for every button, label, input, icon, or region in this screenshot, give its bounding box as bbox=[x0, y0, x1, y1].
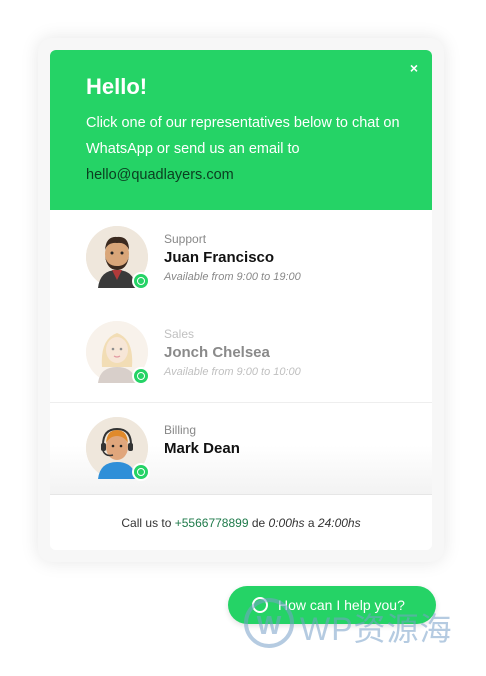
agent-item-sales[interactable]: Sales Jonch Chelsea Available from 9:00 … bbox=[50, 307, 432, 401]
agent-availability: Available from 9:00 to 19:00 bbox=[164, 271, 301, 283]
agent-item-billing[interactable]: Billing Mark Dean bbox=[50, 402, 432, 497]
agent-name: Jonch Chelsea bbox=[164, 344, 270, 361]
agent-name: Juan Francisco bbox=[164, 249, 275, 266]
intro-text: Click one of our representatives below t… bbox=[86, 115, 400, 157]
agent-role: Sales bbox=[164, 327, 195, 341]
popup-intro: Click one of our representatives below t… bbox=[86, 110, 406, 188]
hours-to: 24:00hs bbox=[317, 516, 361, 530]
watermark-logo-letter: W bbox=[256, 610, 282, 640]
popup-title: Hello! bbox=[86, 74, 148, 99]
hours-from: 0:00hs bbox=[268, 516, 305, 530]
phone-link[interactable]: +5566778899 bbox=[175, 516, 249, 530]
watermark-text: WP资源海 bbox=[300, 611, 453, 647]
footer-a: a bbox=[304, 516, 318, 530]
support-email-link[interactable]: hello@quadlayers.com bbox=[86, 167, 234, 183]
chat-popup: × Hello! Click one of our representative… bbox=[50, 50, 432, 550]
wordpress-logo-icon: W bbox=[244, 598, 294, 648]
whatsapp-icon bbox=[132, 367, 150, 385]
agent-name: Mark Dean bbox=[164, 440, 240, 457]
footer-mid: de bbox=[248, 516, 269, 530]
watermark: W WP资源海 bbox=[240, 592, 480, 660]
popup-header: × Hello! Click one of our representative… bbox=[50, 50, 432, 210]
close-icon[interactable]: × bbox=[410, 60, 418, 76]
footer-prefix: Call us to bbox=[121, 516, 175, 530]
whatsapp-icon bbox=[132, 463, 150, 481]
popup-footer: Call us to +5566778899 de 0:00hs a 24:00… bbox=[50, 494, 432, 550]
agent-role: Support bbox=[164, 232, 207, 246]
agent-item-support[interactable]: Support Juan Francisco Available from 9:… bbox=[50, 212, 432, 306]
whatsapp-icon bbox=[132, 272, 150, 290]
agent-availability: Available from 9:00 to 10:00 bbox=[164, 366, 301, 378]
agent-role: Billing bbox=[164, 423, 197, 437]
